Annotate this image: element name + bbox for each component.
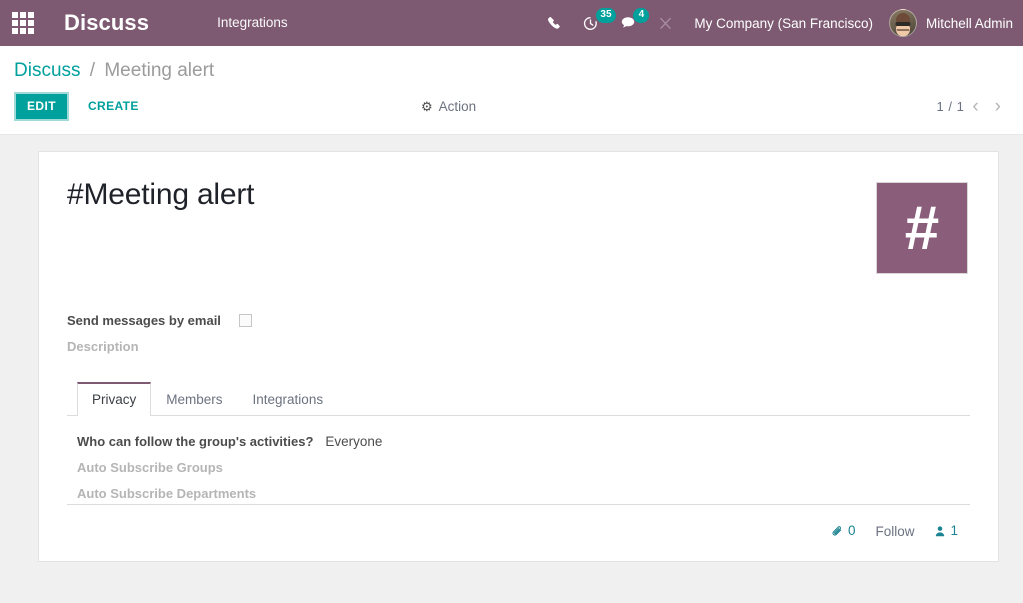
phone-button[interactable] — [536, 0, 572, 46]
notebook-tab-bar: Privacy Members Integrations — [67, 382, 970, 416]
tab-integrations[interactable]: Integrations — [238, 382, 339, 416]
developer-tools-button[interactable] — [647, 0, 684, 46]
form-sheet: #Meeting alert # Send messages by email … — [38, 151, 999, 562]
field-value-group-privacy[interactable]: Everyone — [325, 434, 382, 449]
navbar-menu-list: Integrations — [207, 0, 298, 46]
control-panel-buttons: EDIT CREATE ⚙ Action 1 / 1 ‹ › — [0, 87, 1023, 134]
breadcrumb: Discuss / Meeting alert — [0, 46, 1023, 87]
top-navbar: Discuss Integrations 35 4 My Company (Sa… — [0, 0, 1023, 46]
user-menu-button[interactable]: Mitchell Admin — [885, 9, 1013, 37]
form-view-content: #Meeting alert # Send messages by email … — [0, 135, 1023, 562]
send-messages-by-email-checkbox[interactable] — [238, 313, 252, 327]
field-row-send-messages-by-email: Send messages by email — [67, 308, 970, 332]
chatter-topbar: 0 Follow 1 — [67, 505, 970, 539]
hash-image[interactable]: # — [876, 182, 968, 274]
field-label-group-privacy: Who can follow the group's activities? — [77, 434, 314, 449]
form-title-column: #Meeting alert — [67, 168, 876, 214]
field-label-description: Description — [67, 338, 139, 354]
attachment-count: 0 — [847, 523, 856, 538]
paperclip-icon — [832, 525, 842, 536]
breadcrumb-separator: / — [89, 60, 96, 81]
notebook-tab-content-privacy: Who can follow the group's activities? E… — [67, 416, 970, 509]
field-label-send-messages-by-email: Send messages by email — [67, 312, 221, 328]
follow-button[interactable]: Follow — [875, 524, 914, 539]
tab-members[interactable]: Members — [151, 382, 237, 416]
nav-menu-integrations[interactable]: Integrations — [207, 0, 298, 46]
field-row-group-privacy: Who can follow the group's activities? E… — [77, 434, 960, 457]
attachments-button[interactable]: 0 — [831, 523, 856, 539]
pager-value: 1 / 1 — [936, 99, 965, 114]
activity-menu-button[interactable]: 35 — [572, 0, 616, 46]
form-notebook: Privacy Members Integrations Who can fol… — [67, 382, 970, 509]
field-label-auto-subscribe-groups: Auto Subscribe Groups — [77, 460, 223, 475]
field-row-description: Description — [67, 334, 970, 358]
control-panel: Discuss / Meeting alert EDIT CREATE ⚙ Ac… — [0, 46, 1023, 135]
user-menu-label: Mitchell Admin — [925, 15, 1013, 31]
apps-grid-icon — [12, 12, 34, 34]
pager: 1 / 1 ‹ › — [937, 97, 1009, 116]
company-switcher[interactable]: My Company (San Francisco) — [684, 16, 885, 31]
app-brand-discuss[interactable]: Discuss — [64, 10, 149, 36]
form-header: #Meeting alert # — [67, 168, 970, 274]
pager-previous-button[interactable]: ‹ — [964, 97, 986, 116]
create-button[interactable]: CREATE — [75, 91, 152, 122]
avatar — [888, 9, 917, 37]
page-title: #Meeting alert — [67, 178, 255, 211]
edit-button[interactable]: EDIT — [14, 92, 69, 121]
gear-icon: ⚙ — [421, 99, 433, 114]
wrench-tools-icon — [660, 17, 672, 29]
messaging-menu-button[interactable]: 4 — [609, 0, 650, 46]
action-menu-label: Action — [438, 99, 477, 114]
field-label-auto-subscribe-departments: Auto Subscribe Departments — [77, 486, 257, 501]
breadcrumb-item-current: Meeting alert — [104, 60, 215, 81]
breadcrumb-item-discuss[interactable]: Discuss — [14, 60, 81, 81]
pager-next-button[interactable]: › — [987, 97, 1009, 116]
tab-privacy[interactable]: Privacy — [77, 382, 152, 416]
user-followers-icon — [936, 525, 945, 536]
navbar-systray: 35 4 My Company (San Francisco) Mitchell… — [536, 0, 1023, 46]
phone-icon — [548, 16, 561, 29]
apps-menu-button[interactable] — [0, 0, 46, 46]
followers-button[interactable]: 1 — [934, 523, 958, 539]
chatter: 0 Follow 1 — [67, 504, 970, 539]
field-row-auto-subscribe-groups: Auto Subscribe Groups — [77, 460, 960, 483]
action-menu-button[interactable]: ⚙ Action — [421, 99, 476, 114]
followers-count: 1 — [950, 523, 958, 538]
form-field-group: Send messages by email Description — [67, 308, 970, 358]
